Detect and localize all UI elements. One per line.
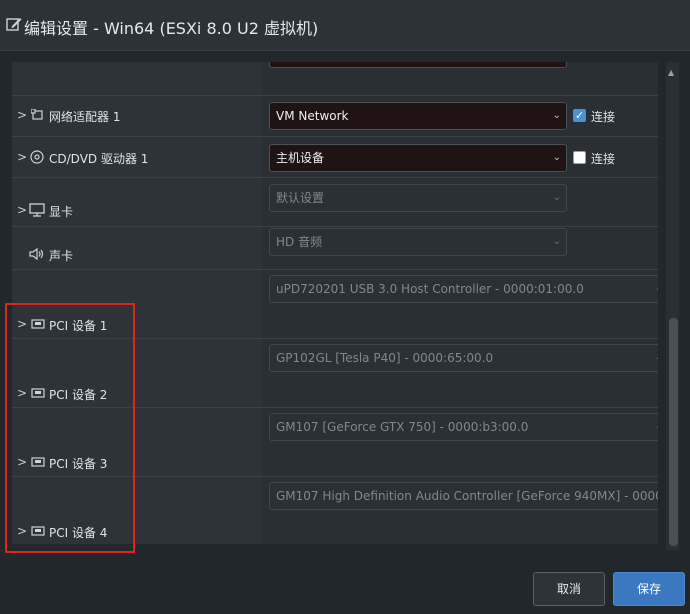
pci-device-select[interactable]: GM107 High Definition Audio Controller [… bbox=[269, 482, 658, 510]
select-value: uPD720201 USB 3.0 Host Controller - 0000… bbox=[276, 282, 584, 296]
chevron-down-icon: ⌄ bbox=[655, 414, 658, 440]
chevron-down-icon: ⌄ bbox=[552, 236, 561, 247]
select-value: VM Network bbox=[276, 109, 349, 123]
expand-chevron-icon[interactable]: > bbox=[17, 151, 27, 163]
scroll-up-icon[interactable]: ▲ bbox=[668, 68, 674, 77]
save-button[interactable]: 保存 bbox=[613, 572, 685, 606]
network-select[interactable]: VM Network ⌄ bbox=[269, 102, 567, 130]
partial-select[interactable] bbox=[269, 62, 567, 68]
device-label: 显卡 bbox=[49, 205, 74, 219]
chevron-down-icon: ⌄ bbox=[552, 110, 561, 121]
video-card-row: > 显卡 默认设置 ⌄ bbox=[12, 178, 658, 227]
device-label: 网络适配器 1 bbox=[49, 110, 121, 124]
window-title: 编辑设置 - Win64 (ESXi 8.0 U2 虚拟机) bbox=[24, 19, 319, 38]
cd-dvd-select[interactable]: 主机设备 ⌄ bbox=[269, 144, 567, 172]
pci-device-select[interactable]: uPD720201 USB 3.0 Host Controller - 0000… bbox=[269, 275, 658, 303]
pci-highlight-box bbox=[5, 303, 135, 553]
scrollbar-thumb[interactable] bbox=[669, 318, 678, 546]
device-label: CD/DVD 驱动器 1 bbox=[49, 152, 149, 166]
connect-checkbox[interactable] bbox=[573, 151, 586, 164]
select-value: GM107 [GeForce GTX 750] - 0000:b3:00.0 bbox=[276, 420, 529, 434]
select-value: 主机设备 bbox=[276, 151, 325, 165]
sound-card-row: 声卡 HD 音频 ⌄ bbox=[12, 227, 658, 270]
select-value: GM107 High Definition Audio Controller [… bbox=[276, 489, 658, 503]
chevron-down-icon: ⌄ bbox=[552, 192, 561, 203]
hardware-row-partial bbox=[12, 62, 658, 96]
pci-device-select[interactable]: GP102GL [Tesla P40] - 0000:65:00.0 ⌄ bbox=[269, 344, 658, 372]
expand-chevron-icon[interactable]: > bbox=[17, 204, 27, 216]
cancel-button[interactable]: 取消 bbox=[533, 572, 605, 606]
chevron-down-icon: ⌄ bbox=[655, 276, 658, 302]
network-adapter-row: > 网络适配器 1 VM Network ⌄ ✓ 连接 bbox=[12, 96, 658, 137]
chevron-down-icon: ⌄ bbox=[655, 345, 658, 371]
connect-label: 连接 bbox=[591, 152, 616, 166]
select-value: HD 音频 bbox=[276, 235, 323, 249]
connect-checkbox[interactable]: ✓ bbox=[573, 109, 586, 122]
monitor-icon bbox=[29, 203, 45, 217]
edit-settings-icon bbox=[6, 18, 22, 31]
video-card-select[interactable]: 默认设置 ⌄ bbox=[269, 184, 567, 212]
speaker-icon bbox=[29, 247, 44, 261]
connect-label: 连接 bbox=[591, 110, 616, 124]
select-value: 默认设置 bbox=[276, 191, 325, 205]
select-value: GP102GL [Tesla P40] - 0000:65:00.0 bbox=[276, 351, 494, 365]
pci-device-select[interactable]: GM107 [GeForce GTX 750] - 0000:b3:00.0 ⌄ bbox=[269, 413, 658, 441]
title-bar: 编辑设置 - Win64 (ESXi 8.0 U2 虚拟机) bbox=[0, 0, 690, 51]
cd-dvd-row: > CD/DVD 驱动器 1 主机设备 ⌄ 连接 bbox=[12, 137, 658, 178]
sound-card-select[interactable]: HD 音频 ⌄ bbox=[269, 228, 567, 256]
expand-chevron-icon[interactable]: > bbox=[17, 109, 27, 121]
chevron-down-icon: ⌄ bbox=[552, 152, 561, 163]
cd-dvd-icon bbox=[30, 150, 44, 164]
device-label: 声卡 bbox=[49, 249, 74, 263]
network-adapter-icon bbox=[31, 109, 43, 120]
